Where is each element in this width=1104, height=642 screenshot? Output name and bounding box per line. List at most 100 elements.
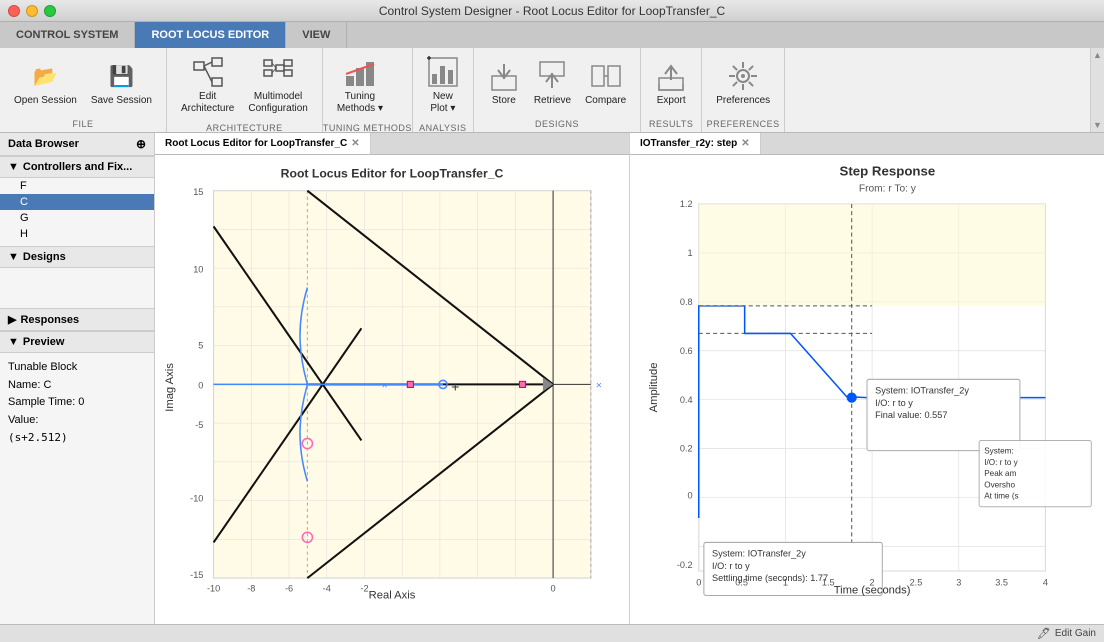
svg-text:Final value: 0.557: Final value: 0.557 [875,410,947,420]
close-button[interactable] [8,5,20,17]
left-plot-tab-label: Root Locus Editor for LoopTransfer_C [165,138,347,149]
right-plot-tab[interactable]: IOTransfer_r2y: step ✕ [630,133,761,154]
svg-text:-2: -2 [360,583,368,593]
toolbar: 📂 Open Session 💾 Save Session FILE [0,48,1104,133]
multimodel-config-label: MultimodelConfiguration [248,91,307,115]
new-plot-button[interactable]: NewPlot ▾ [421,52,465,119]
tab-root-locus-editor[interactable]: ROOT LOCUS EDITOR [135,22,286,48]
multimodel-config-button[interactable]: MultimodelConfiguration [242,52,313,119]
svg-text:-10: -10 [190,494,203,504]
compare-icon [590,60,622,92]
results-section-label: RESULTS [641,119,701,132]
designs-section-label: DESIGNS [474,119,640,132]
designs-area [0,268,154,308]
data-browser-icon[interactable]: ⊕ [136,137,146,151]
compare-button[interactable]: Compare [579,56,632,111]
preview-content: Tunable Block Name: C Sample Time: 0 Val… [0,353,154,624]
store-label: Store [492,95,516,107]
toolbar-results-section: Export RESULTS [641,48,702,132]
open-session-icon: 📂 [29,60,61,92]
tab-view[interactable]: VIEW [286,22,347,48]
svg-text:4: 4 [1043,577,1048,587]
save-session-label: Save Session [91,95,152,107]
edit-gain-status[interactable]: 🖊 Edit Gain [1037,627,1096,640]
svg-text:-6: -6 [285,583,293,593]
left-plot-close[interactable]: ✕ [351,138,359,149]
svg-text:I/O: r to y: I/O: r to y [712,561,750,571]
svg-text:Oversho: Oversho [984,480,1015,489]
item-C-label: C [20,196,28,208]
window-controls[interactable] [8,5,56,17]
preferences-section-label: PREFERENCES [702,119,784,132]
tab-control-system[interactable]: CONTROL SYSTEM [0,22,135,48]
svg-text:0.8: 0.8 [680,297,693,307]
retrieve-label: Retrieve [534,95,571,107]
title-bar: Control System Designer - Root Locus Edi… [0,0,1104,22]
save-session-button[interactable]: 💾 Save Session [85,56,158,111]
edit-gain-icon: 🖊 [1037,627,1051,640]
svg-text:-4: -4 [323,583,331,593]
preview-name: Name: C [8,377,146,395]
svg-text:1.2: 1.2 [680,199,693,209]
open-session-button[interactable]: 📂 Open Session [8,56,83,111]
sidebar-item-G[interactable]: G [0,210,154,226]
item-H-label: H [20,228,28,240]
svg-text:-15: -15 [190,570,203,580]
left-plot-tab[interactable]: Root Locus Editor for LoopTransfer_C ✕ [155,133,371,154]
retrieve-button[interactable]: Retrieve [528,56,577,111]
sidebar-item-F[interactable]: F [0,178,154,194]
preview-collapse-icon: ▼ [8,336,19,348]
preferences-icon [727,60,759,92]
svg-text:3: 3 [956,577,961,587]
designs-section-label: Designs [23,251,66,263]
designs-section-header[interactable]: ▼ Designs [0,246,154,268]
tuning-methods-button[interactable]: TuningMethods ▾ [331,52,389,119]
data-browser-header: Data Browser ⊕ [0,133,154,156]
controllers-section-header[interactable]: ▼ Controllers and Fix... [0,156,154,178]
svg-text:Imag Axis: Imag Axis [164,363,176,412]
svg-text:2.5: 2.5 [910,577,923,587]
file-section-label: FILE [0,119,166,132]
sidebar-tree: F C G H [0,178,154,242]
edit-gain-label: Edit Gain [1055,628,1096,639]
svg-text:Peak am: Peak am [984,469,1016,478]
svg-text:Amplitude: Amplitude [648,363,660,413]
export-button[interactable]: Export [649,56,693,111]
right-plot-close[interactable]: ✕ [741,138,749,149]
svg-text:-5: -5 [195,420,203,430]
right-plot-panel: IOTransfer_r2y: step ✕ Step Response Fro… [630,133,1104,624]
preview-section-header[interactable]: ▼ Preview [0,331,154,353]
svg-text:Settling time (seconds): 1.77: Settling time (seconds): 1.77 [712,573,828,583]
preferences-button[interactable]: Preferences [710,56,776,111]
svg-text:System:: System: [984,447,1013,456]
responses-collapse-icon: ▶ [8,313,16,326]
toolbar-analysis-section: NewPlot ▾ ANALYSIS [413,48,474,132]
sidebar-item-C[interactable]: C [0,194,154,210]
main-tab-bar: CONTROL SYSTEM ROOT LOCUS EDITOR VIEW [0,22,1104,48]
svg-text:0: 0 [688,491,693,501]
preview-value-expr: (s+2.512) [8,429,146,447]
svg-text:-0.2: -0.2 [677,560,693,570]
toolbar-scroll-down-icon[interactable]: ▼ [1093,120,1102,130]
edit-architecture-icon [192,56,224,88]
retrieve-icon [536,60,568,92]
designs-collapse-icon: ▼ [8,251,19,263]
sidebar-item-H[interactable]: H [0,226,154,242]
maximize-button[interactable] [44,5,56,17]
preview-type: Tunable Block [8,359,146,377]
store-button[interactable]: Store [482,56,526,111]
svg-text:I/O: r to y: I/O: r to y [875,398,913,408]
responses-section-header[interactable]: ▶ Responses [0,308,154,331]
toolbar-file-section: 📂 Open Session 💾 Save Session FILE [0,48,167,132]
toolbar-scrollbar[interactable]: ▲ ▼ [1090,48,1104,132]
minimize-button[interactable] [26,5,38,17]
item-F-label: F [20,180,27,192]
edit-architecture-button[interactable]: EditArchitecture [175,52,240,119]
svg-text:0.6: 0.6 [680,346,693,356]
svg-text:0: 0 [198,380,203,390]
main-area: Data Browser ⊕ ▼ Controllers and Fix... … [0,133,1104,624]
export-label: Export [657,95,686,107]
export-icon [655,60,687,92]
preview-value-label: Value: [8,412,146,430]
toolbar-scroll-up-icon[interactable]: ▲ [1093,50,1102,60]
